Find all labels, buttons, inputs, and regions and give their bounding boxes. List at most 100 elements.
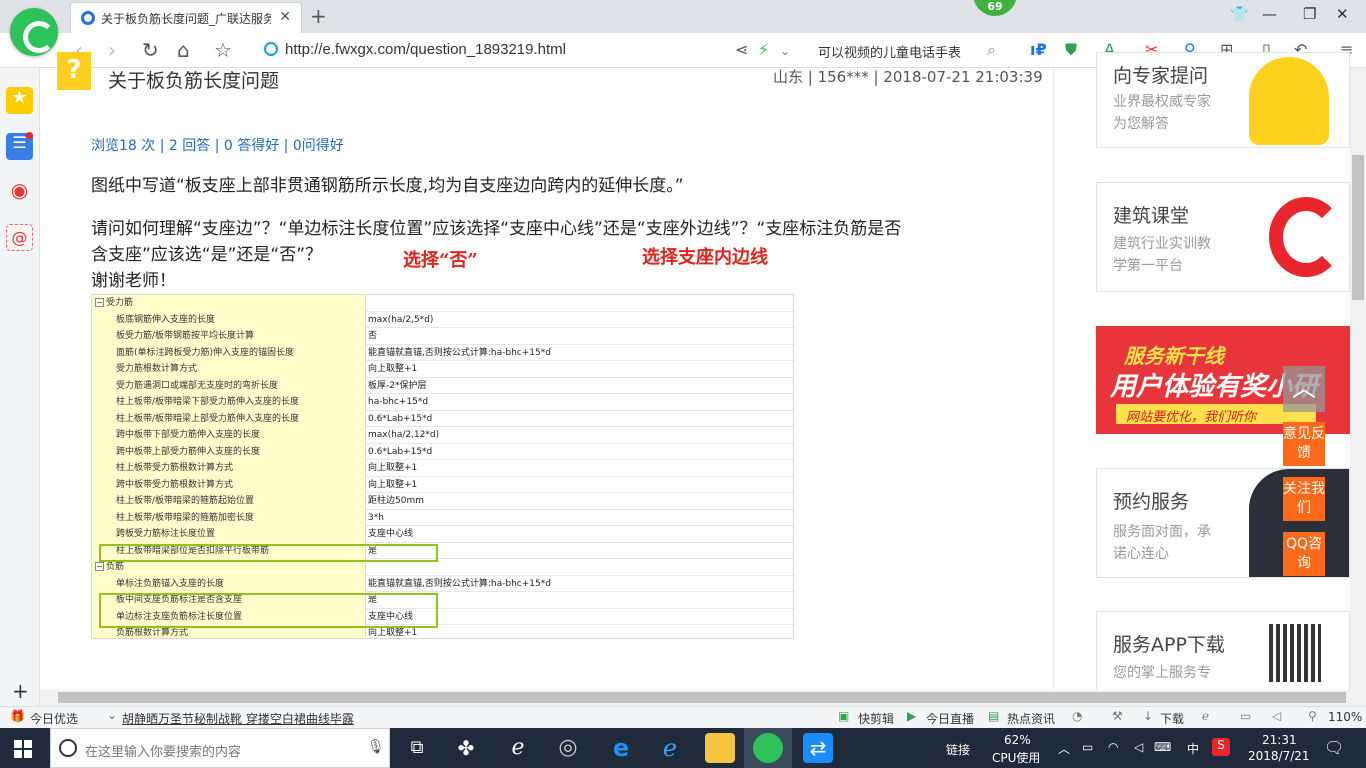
skin-icon[interactable]: 👕 <box>1230 5 1249 23</box>
restore-button[interactable]: ❐ <box>1303 5 1316 23</box>
settings-row[interactable]: 跨板受力筋标注长度位置 支座中心线 <box>92 526 793 543</box>
taskbar-search-input[interactable]: 在这里输入你要搜索的内容 🎙 <box>50 728 390 768</box>
settings-row-value[interactable]: 能直锚就直锚,否则按公式计算:ha-bhc+15*d <box>368 576 551 592</box>
zoom-level[interactable]: 110% <box>1328 710 1362 724</box>
tab-close-icon[interactable]: ✕ <box>279 9 291 25</box>
settings-row-value[interactable]: 3*h <box>368 510 384 526</box>
download-link[interactable]: 下载 <box>1160 710 1184 727</box>
feedback-button[interactable]: 意见反馈 <box>1283 422 1325 466</box>
collapse-icon[interactable]: − <box>95 298 104 307</box>
mute-icon[interactable]: ◁ <box>1272 709 1281 723</box>
search-icon[interactable]: ⌕ <box>987 40 996 60</box>
settings-row-value[interactable]: 0.6*Lab+15*d <box>368 444 432 460</box>
close-window-button[interactable]: ✕ <box>1336 5 1349 23</box>
sogou-icon[interactable]: S <box>1212 738 1230 756</box>
settings-row[interactable]: 受力筋遇洞口或端部无支座时的弯折长度 板厚-2*保护层 <box>92 377 793 394</box>
windows-start-icon[interactable] <box>14 740 32 758</box>
add-sidebar-button[interactable]: + <box>12 679 29 703</box>
speed-dial-icon[interactable]: ◔ <box>1072 709 1082 723</box>
follow-us-button[interactable]: 关注我们 <box>1283 477 1325 521</box>
pinwheel-app-icon[interactable]: ✤ <box>451 733 481 763</box>
shield-icon[interactable]: ⛊ <box>1065 40 1077 60</box>
favorites-star-icon[interactable]: ★ <box>6 87 33 114</box>
settings-row-value[interactable]: max(ha/2,12*d) <box>368 427 439 443</box>
settings-row-value[interactable]: max(ha/2,5*d) <box>368 312 433 328</box>
settings-row-value[interactable]: 否 <box>368 328 377 344</box>
vertical-scroll-thumb[interactable] <box>1352 155 1364 300</box>
settings-row[interactable]: 板受力筋/板带钢筋按平均长度计算否 <box>92 328 793 345</box>
settings-row[interactable]: 面筋(单标注跨板受力筋)伸入支座的锚固长度 能直锚就直锚,否则按公式计算:ha-b… <box>92 344 793 361</box>
settings-row-value[interactable]: 向上取整+1 <box>368 477 417 493</box>
clock-time[interactable]: 21:31 <box>1262 733 1297 747</box>
browser-tab[interactable]: 关于板负筋长度问题_广联达服务 ✕ <box>70 2 302 33</box>
volume-icon[interactable]: ◁ <box>1134 740 1143 754</box>
speed-icon[interactable]: ⚡ <box>758 40 769 59</box>
keyboard-icon[interactable]: ⌨ <box>1154 740 1171 754</box>
window-icon[interactable]: ▭ <box>1240 709 1251 723</box>
settings-row[interactable]: 柱上板带受力筋根数计算方式 向上取整+1 <box>92 460 793 477</box>
refresh-button[interactable]: ↻ <box>142 38 159 62</box>
app-card[interactable]: 服务APP下载 您的掌上服务专 <box>1096 611 1350 691</box>
search-input[interactable]: 可以视频的儿童电话手表 <box>810 39 1010 61</box>
file-explorer-icon[interactable] <box>705 733 735 763</box>
microphone-icon[interactable]: 🎙 <box>367 739 385 755</box>
settings-row[interactable]: 跨中板带受力筋根数计算方式 向上取整+1 <box>92 476 793 493</box>
today-picks-link[interactable]: 今日优选 <box>30 710 78 727</box>
links-toolbar[interactable]: 链接 <box>946 741 970 758</box>
horizontal-scroll-thumb[interactable] <box>58 692 1346 703</box>
forward-button[interactable]: › <box>108 38 116 62</box>
email-icon[interactable]: @ <box>6 224 33 251</box>
favorite-star-button[interactable]: ☆ <box>214 38 232 62</box>
settings-row[interactable]: 受力筋根数计算方式 向上取整+1 <box>92 361 793 378</box>
wifi-icon[interactable]: ◠ <box>1108 740 1118 754</box>
chevron-down-icon[interactable]: ⌄ <box>107 708 117 722</box>
app-center-icon[interactable]: ı₽ <box>1030 40 1047 59</box>
browser-app-icon[interactable]: ℯ <box>503 733 533 763</box>
settings-row[interactable]: 跨中板带下部受力筋伸入支座的长度 max(ha/2,12*d) <box>92 427 793 444</box>
settings-row-value[interactable]: ha-bhc+15*d <box>368 394 428 410</box>
share-icon[interactable]: ⋖ <box>735 40 748 59</box>
settings-row-value[interactable]: 板厚-2*保护层 <box>368 378 426 394</box>
settings-row-value[interactable]: 支座中心线 <box>368 526 413 542</box>
zoom-icon[interactable]: ⚲ <box>1308 709 1317 723</box>
settings-row[interactable]: 单标注负筋锚入支座的长度 能直锚就直锚,否则按公式计算:ha-bhc+15*d <box>92 575 793 592</box>
settings-row[interactable]: 柱上板带/板带暗梁的箍筋起始位置 距柱边50mm <box>92 493 793 510</box>
settings-row-value[interactable]: 0.6*Lab+15*d <box>368 411 432 427</box>
teamviewer-icon[interactable]: ⇄ <box>803 733 833 763</box>
battery-icon[interactable]: ▭ <box>1082 740 1093 754</box>
new-tab-button[interactable]: + <box>310 4 327 28</box>
ie-icon[interactable]: ℯ <box>655 733 685 763</box>
site-security-icon[interactable] <box>264 42 278 56</box>
weibo-icon[interactable]: ◉ <box>6 178 33 205</box>
qq-consult-button[interactable]: QQ咨询 <box>1283 532 1325 576</box>
live-link[interactable]: 今日直播 <box>926 710 974 727</box>
settings-row-value[interactable]: 向上取整+1 <box>368 361 417 377</box>
hot-news-link[interactable]: 热点资讯 <box>1007 710 1055 727</box>
spiral-app-icon[interactable]: ◎ <box>553 733 583 763</box>
settings-row[interactable]: 跨中板带上部受力筋伸入支座的长度 0.6*Lab+15*d <box>92 443 793 460</box>
ie-mode-icon[interactable]: ℯ <box>1202 709 1209 723</box>
tools-icon[interactable]: ⚒ <box>1112 709 1123 723</box>
task-view-icon[interactable]: ⧉ <box>402 733 432 763</box>
settings-row[interactable]: 板底钢筋伸入支座的长度 max(ha/2,5*d) <box>92 311 793 328</box>
settings-row-value[interactable]: 向上取整+1 <box>368 460 417 476</box>
clock-date[interactable]: 2018/7/21 <box>1248 749 1310 763</box>
collapse-icon[interactable]: − <box>95 562 104 571</box>
360-browser-taskbar-icon[interactable] <box>753 733 783 763</box>
ime-indicator[interactable]: 中 <box>1187 740 1199 757</box>
class-card[interactable]: 建筑课堂 建筑行业实训教 学第一平台 <box>1096 182 1350 292</box>
settings-row-value[interactable]: 能直锚就直锚,否则按公式计算:ha-bhc+15*d <box>368 345 551 361</box>
settings-row-value[interactable]: 距柱边50mm <box>368 493 424 509</box>
question-stats[interactable]: 浏览18 次 | 2 回答 | 0 答得好 | 0问得好 <box>91 135 344 155</box>
address-bar-input[interactable]: http://e.fwxgx.com/question_1893219.html <box>285 41 566 58</box>
edge-icon[interactable]: e <box>606 733 636 763</box>
home-button[interactable]: ⌂ <box>177 38 190 62</box>
settings-row[interactable]: 柱上板带/板带暗梁上部受力筋伸入支座的长度 0.6*Lab+15*d <box>92 410 793 427</box>
chevron-down-icon[interactable]: ⌄ <box>780 44 790 58</box>
browser-logo-icon[interactable] <box>10 8 58 56</box>
settings-row[interactable]: 柱上板带/板带暗梁下部受力筋伸入支座的长度 ha-bhc+15*d <box>92 394 793 411</box>
settings-group-row[interactable]: − 受力筋 <box>92 295 793 312</box>
settings-row[interactable]: 柱上板带/板带暗梁的箍筋加密长度 3*h <box>92 509 793 526</box>
minimize-button[interactable]: — <box>1262 5 1277 23</box>
quick-edit-link[interactable]: 快剪辑 <box>858 710 894 727</box>
